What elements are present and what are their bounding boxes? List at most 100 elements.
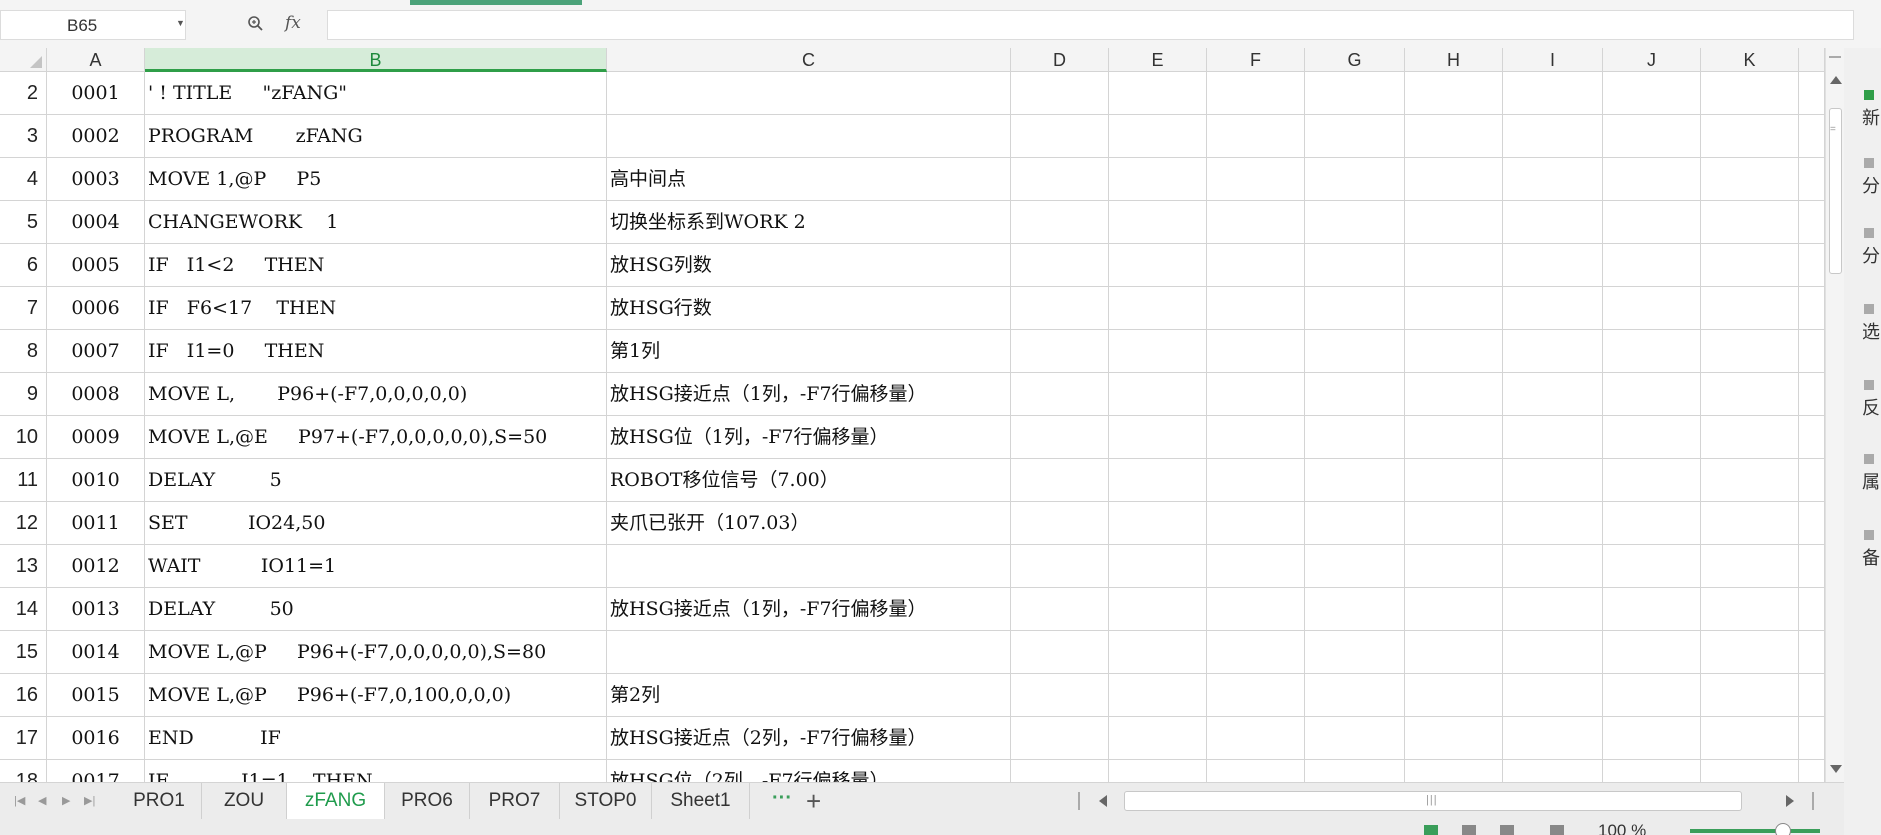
cell-e[interactable] (1109, 330, 1207, 373)
cell-k[interactable] (1701, 502, 1799, 545)
column-header-j[interactable]: J (1603, 48, 1701, 72)
cell-i[interactable] (1503, 115, 1603, 158)
cell-d[interactable] (1011, 416, 1109, 459)
cell-a[interactable]: 0011 (47, 502, 145, 545)
cell-c[interactable] (607, 545, 1011, 588)
cell-b[interactable]: IF I1=0 THEN (145, 330, 607, 373)
row-header[interactable]: 12 (0, 502, 47, 545)
cell-f[interactable] (1207, 115, 1305, 158)
cell-i[interactable] (1503, 373, 1603, 416)
cell-g[interactable] (1305, 330, 1405, 373)
column-header-k[interactable]: K (1701, 48, 1799, 72)
cell-i[interactable] (1503, 588, 1603, 631)
column-header-a[interactable]: A (47, 48, 145, 72)
cell-h[interactable] (1405, 459, 1503, 502)
cell-e[interactable] (1109, 502, 1207, 545)
row-header[interactable]: 17 (0, 717, 47, 760)
scroll-down-arrow-icon[interactable] (1830, 765, 1842, 773)
cell-f[interactable] (1207, 545, 1305, 588)
cell-f[interactable] (1207, 373, 1305, 416)
cell-a[interactable]: 0013 (47, 588, 145, 631)
cell-f[interactable] (1207, 760, 1305, 782)
task-pane-icon[interactable] (1864, 158, 1874, 168)
sheet-tab-pro6[interactable]: PRO6 (385, 783, 470, 819)
column-header-e[interactable]: E (1109, 48, 1207, 72)
cell-j[interactable] (1603, 287, 1701, 330)
prev-sheet-icon[interactable]: ◀ (38, 794, 46, 807)
cell-f[interactable] (1207, 631, 1305, 674)
cell-g[interactable] (1305, 674, 1405, 717)
cell-e[interactable] (1109, 416, 1207, 459)
cell-filler[interactable] (1799, 631, 1825, 674)
cell-b[interactable]: SET IO24,50 (145, 502, 607, 545)
cell-f[interactable] (1207, 674, 1305, 717)
fx-icon[interactable]: fx (285, 13, 301, 33)
cell-g[interactable] (1305, 459, 1405, 502)
page-layout-view-icon[interactable] (1500, 825, 1514, 835)
task-pane-item[interactable]: 反 (1862, 394, 1881, 420)
cell-i[interactable] (1503, 631, 1603, 674)
cell-h[interactable] (1405, 330, 1503, 373)
cell-a[interactable]: 0005 (47, 244, 145, 287)
cell-filler[interactable] (1799, 244, 1825, 287)
cell-j[interactable] (1603, 631, 1701, 674)
cell-g[interactable] (1305, 201, 1405, 244)
cell-j[interactable] (1603, 115, 1701, 158)
row-header[interactable]: 6 (0, 244, 47, 287)
cell-g[interactable] (1305, 158, 1405, 201)
cell-h[interactable] (1405, 72, 1503, 115)
cell-k[interactable] (1701, 287, 1799, 330)
cell-g[interactable] (1305, 545, 1405, 588)
next-sheet-icon[interactable]: ▶ (62, 794, 70, 807)
cell-c[interactable]: 放HSG位（2列，-F7行偏移量） (607, 760, 1011, 782)
cell-b[interactable]: MOVE L,@P P96+(-F7,0,100,0,0,0) (145, 674, 607, 717)
cell-i[interactable] (1503, 502, 1603, 545)
cell-h[interactable] (1405, 631, 1503, 674)
cell-b[interactable]: IF I1<2 THEN (145, 244, 607, 287)
sheet-tab-sheet1[interactable]: Sheet1 (652, 783, 750, 819)
cell-g[interactable] (1305, 373, 1405, 416)
cell-g[interactable] (1305, 115, 1405, 158)
cell-f[interactable] (1207, 158, 1305, 201)
cell-c[interactable]: 放HSG位（1列，-F7行偏移量） (607, 416, 1011, 459)
cell-j[interactable] (1603, 674, 1701, 717)
cell-c[interactable] (607, 631, 1011, 674)
column-header-h[interactable]: H (1405, 48, 1503, 72)
cell-filler[interactable] (1799, 115, 1825, 158)
cell-d[interactable] (1011, 373, 1109, 416)
cell-a[interactable]: 0008 (47, 373, 145, 416)
cell-j[interactable] (1603, 201, 1701, 244)
cell-b[interactable]: CHANGEWORK 1 (145, 201, 607, 244)
cell-e[interactable] (1109, 373, 1207, 416)
cell-a[interactable]: 0006 (47, 287, 145, 330)
cell-g[interactable] (1305, 588, 1405, 631)
cell-a[interactable]: 0012 (47, 545, 145, 588)
cell-i[interactable] (1503, 158, 1603, 201)
cell-a[interactable]: 0015 (47, 674, 145, 717)
cell-e[interactable] (1109, 631, 1207, 674)
reading-mode-icon[interactable] (1550, 825, 1564, 835)
cell-k[interactable] (1701, 72, 1799, 115)
cell-filler[interactable] (1799, 330, 1825, 373)
cell-g[interactable] (1305, 287, 1405, 330)
cell-b[interactable]: PROGRAM zFANG (145, 115, 607, 158)
cell-d[interactable] (1011, 459, 1109, 502)
cell-filler[interactable] (1799, 158, 1825, 201)
last-sheet-icon[interactable]: ▶| (84, 794, 95, 807)
cell-f[interactable] (1207, 287, 1305, 330)
cell-b[interactable]: MOVE 1,@P P5 (145, 158, 607, 201)
cell-filler[interactable] (1799, 373, 1825, 416)
cell-d[interactable] (1011, 717, 1109, 760)
row-header[interactable]: 11 (0, 459, 47, 502)
column-header-c[interactable]: C (607, 48, 1011, 72)
task-pane-icon[interactable] (1864, 228, 1874, 238)
cell-a[interactable]: 0001 (47, 72, 145, 115)
column-header-f[interactable]: F (1207, 48, 1305, 72)
row-header[interactable]: 7 (0, 287, 47, 330)
cell-b[interactable]: DELAY 5 (145, 459, 607, 502)
row-header[interactable]: 13 (0, 545, 47, 588)
cell-b[interactable]: WAIT IO11=1 (145, 545, 607, 588)
cell-filler[interactable] (1799, 674, 1825, 717)
cell-d[interactable] (1011, 115, 1109, 158)
select-all-corner[interactable] (0, 48, 47, 72)
